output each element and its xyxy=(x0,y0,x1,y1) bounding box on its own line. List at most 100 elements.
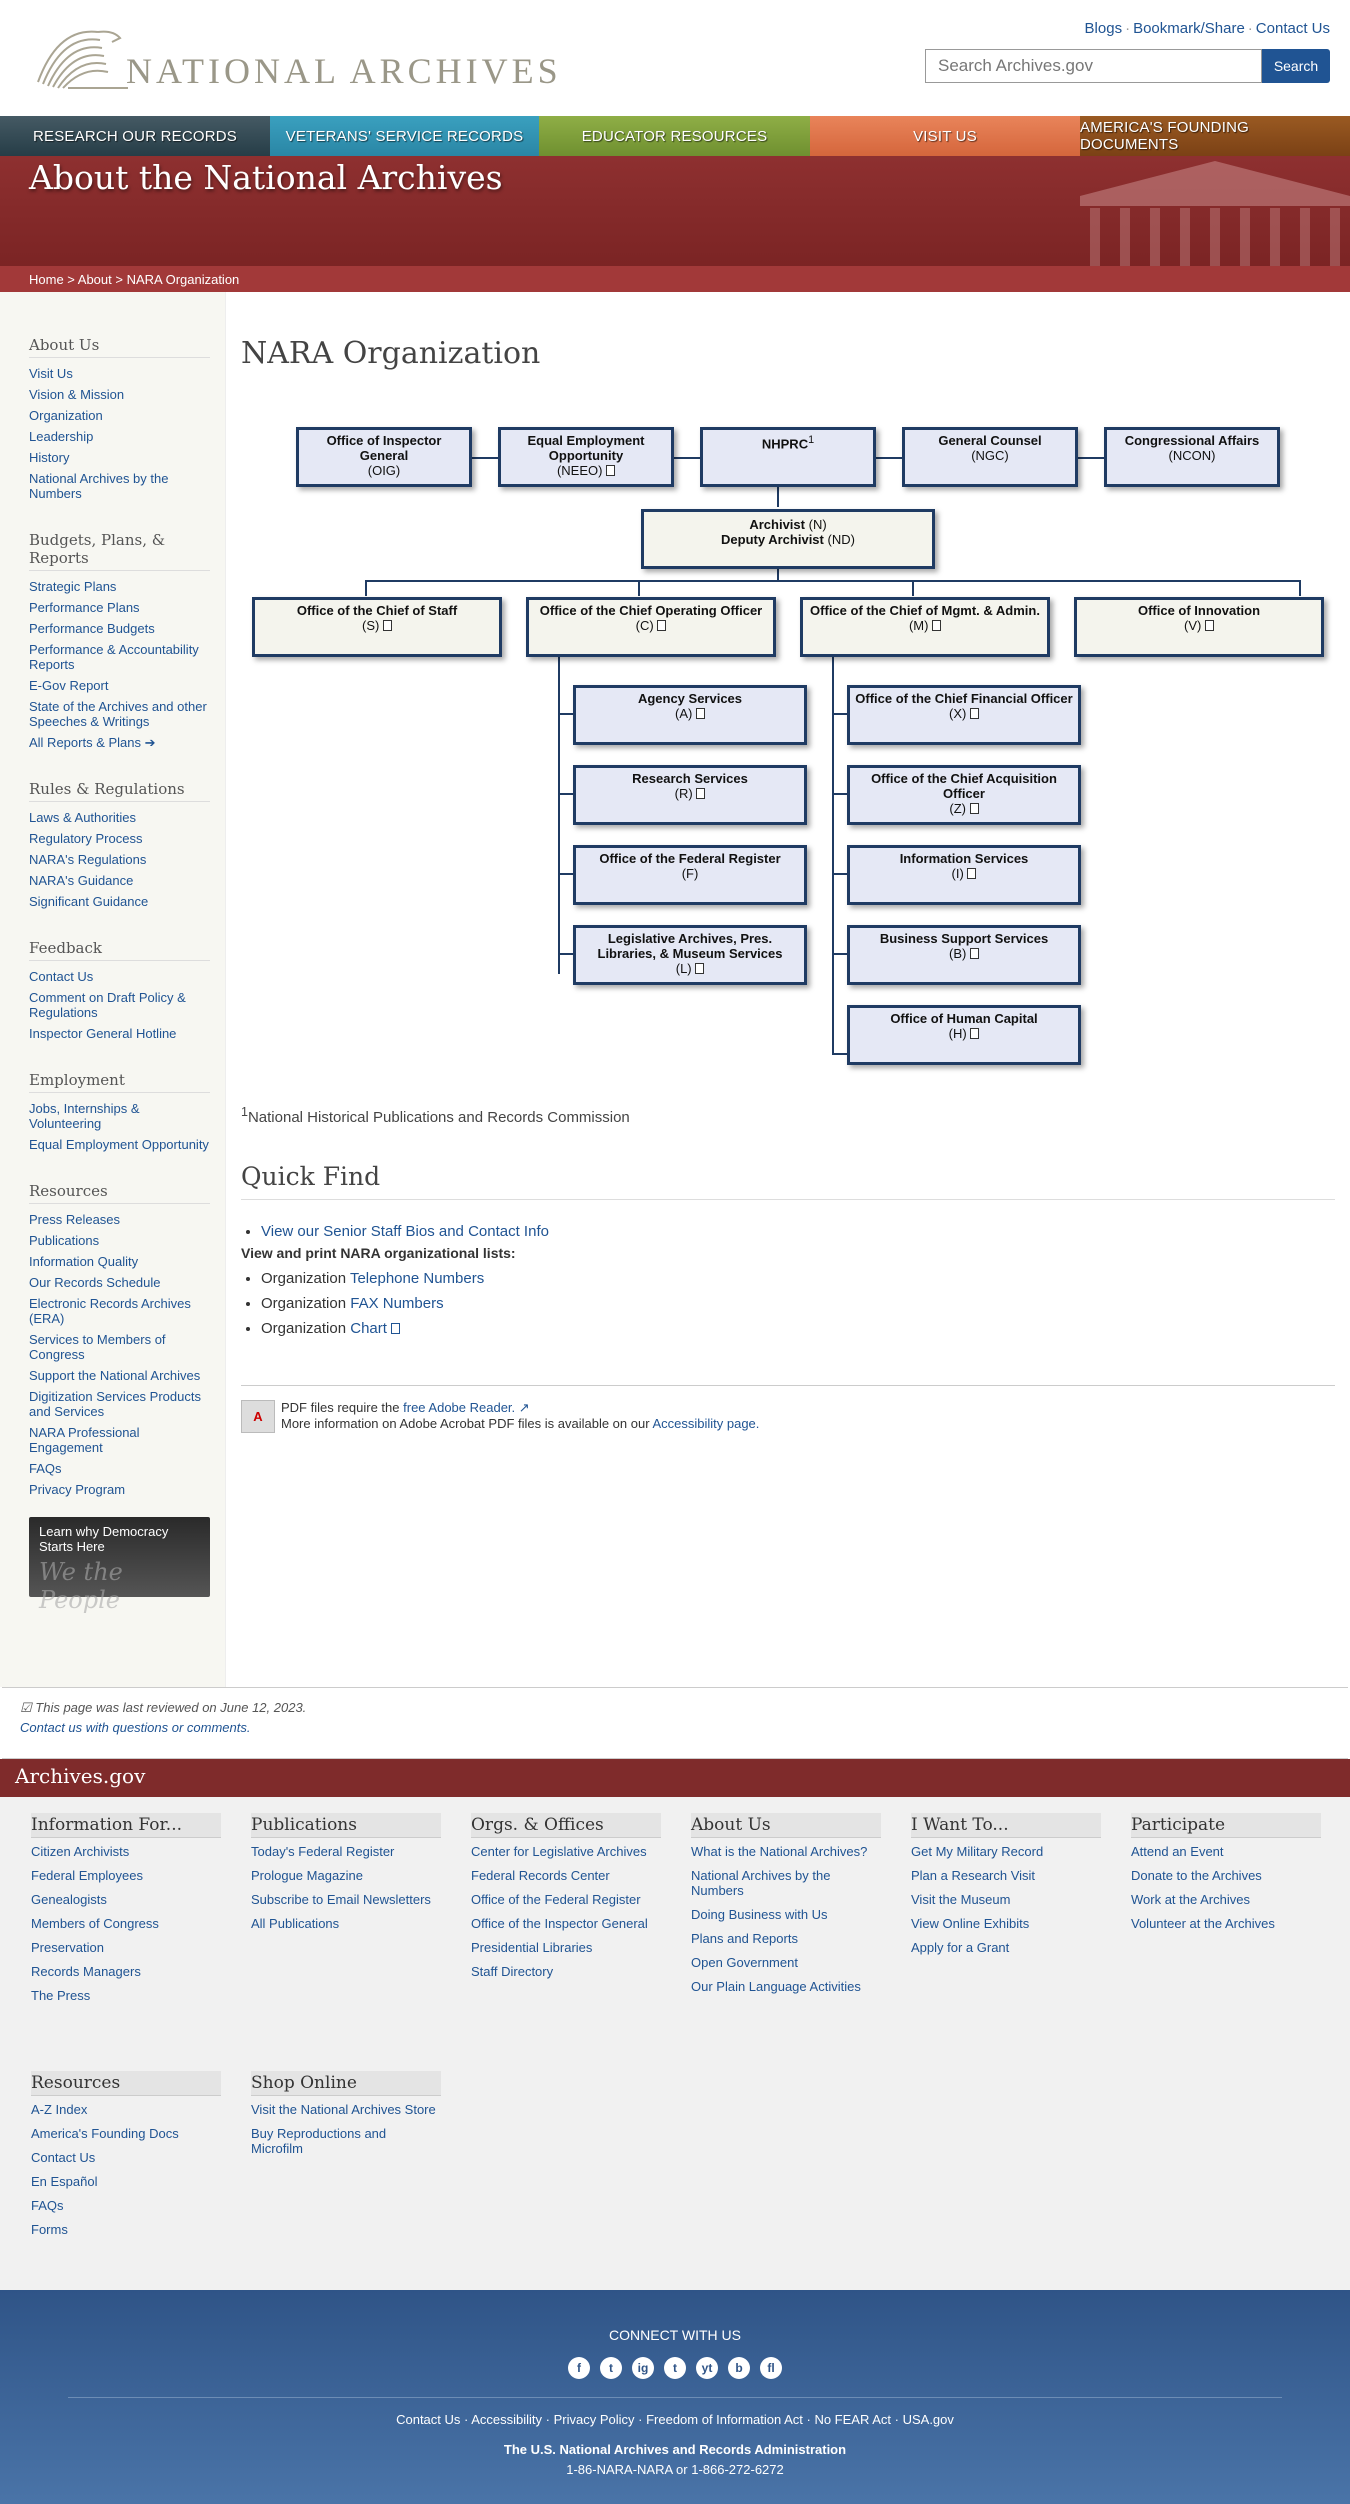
nav-visit-us[interactable]: VISIT US xyxy=(810,116,1080,156)
footer-accessibility-link[interactable]: Accessibility xyxy=(471,2412,542,2427)
footer-foia-link[interactable]: Freedom of Information Act xyxy=(646,2412,803,2427)
org-box-nhprc[interactable]: NHPRC1 xyxy=(700,427,876,487)
tumblr-icon[interactable]: t xyxy=(664,2357,686,2379)
org-box-archivist[interactable]: Archivist (N) Deputy Archivist (ND) xyxy=(641,509,935,569)
footer-link[interactable]: Staff Directory xyxy=(471,1964,661,1979)
sidebar-item[interactable]: Digitization Services Products and Servi… xyxy=(29,1389,210,1419)
sidebar-item[interactable]: Performance Budgets xyxy=(29,621,210,636)
footer-link[interactable]: Office of the Inspector General xyxy=(471,1916,661,1931)
sidebar-item[interactable]: Our Records Schedule xyxy=(29,1275,210,1290)
footer-link[interactable]: Get My Military Record xyxy=(911,1844,1101,1859)
footer-link[interactable]: Donate to the Archives xyxy=(1131,1868,1321,1883)
blog-icon[interactable]: b xyxy=(728,2357,750,2379)
footer-link[interactable]: Office of the Federal Register xyxy=(471,1892,661,1907)
senior-staff-bios-link[interactable]: View our Senior Staff Bios and Contact I… xyxy=(261,1223,549,1240)
sidebar-item-all-reports[interactable]: All Reports & Plans ➔ xyxy=(29,735,210,750)
nav-educator-resources[interactable]: EDUCATOR RESOURCES xyxy=(539,116,810,156)
blogs-link[interactable]: Blogs xyxy=(1085,20,1123,37)
sidebar-item[interactable]: NARA's Regulations xyxy=(29,852,210,867)
footer-link[interactable]: Presidential Libraries xyxy=(471,1940,661,1955)
instagram-icon[interactable]: ig xyxy=(632,2357,654,2379)
sidebar-item[interactable]: Laws & Authorities xyxy=(29,810,210,825)
org-box-business-support[interactable]: Business Support Services (B) xyxy=(847,925,1081,985)
sidebar-item[interactable]: Information Quality xyxy=(29,1254,210,1269)
nav-founding-documents[interactable]: AMERICA'S FOUNDING DOCUMENTS xyxy=(1080,116,1350,156)
footer-link[interactable]: Attend an Event xyxy=(1131,1844,1321,1859)
breadcrumb[interactable]: Home > About > NARA Organization xyxy=(0,266,1350,292)
sidebar-item[interactable]: National Archives by the Numbers xyxy=(29,471,210,501)
org-box-agency-services[interactable]: Agency Services (A) xyxy=(573,685,807,745)
sidebar-item[interactable]: NARA's Guidance xyxy=(29,873,210,888)
sidebar-item[interactable]: Visit Us xyxy=(29,366,210,381)
footer-link[interactable]: Citizen Archivists xyxy=(31,1844,221,1859)
sidebar-item[interactable]: Jobs, Internships & Volunteering xyxy=(29,1101,210,1131)
footer-brand[interactable]: Archives.gov xyxy=(0,1759,1350,1797)
sidebar-item[interactable]: Organization xyxy=(29,408,210,423)
footer-link[interactable]: What is the National Archives? xyxy=(691,1844,881,1859)
sidebar-item[interactable]: Contact Us xyxy=(29,969,210,984)
nav-research-our-records[interactable]: RESEARCH OUR RECORDS xyxy=(0,116,270,156)
contact-us-comments-link[interactable]: Contact us with questions or comments. xyxy=(20,1720,251,1735)
org-box-research-services[interactable]: Research Services (R) xyxy=(573,765,807,825)
sidebar-item[interactable]: Inspector General Hotline xyxy=(29,1026,210,1041)
footer-privacy-link[interactable]: Privacy Policy xyxy=(554,2412,635,2427)
org-box-chief-of-mgmt[interactable]: Office of the Chief of Mgmt. & Admin. (M) xyxy=(800,597,1050,657)
accessibility-page-link[interactable]: Accessibility page. xyxy=(652,1416,759,1431)
footer-link[interactable]: A-Z Index xyxy=(31,2102,221,2117)
org-box-legislative-archives[interactable]: Legislative Archives, Pres. Libraries, &… xyxy=(573,925,807,985)
sidebar-item[interactable]: Significant Guidance xyxy=(29,894,210,909)
org-box-information-services[interactable]: Information Services (I) xyxy=(847,845,1081,905)
footer-link[interactable]: America's Founding Docs xyxy=(31,2126,221,2141)
org-box-equal-employment[interactable]: Equal Employment Opportunity (NEEO) xyxy=(498,427,674,487)
fax-numbers-link[interactable]: FAX Numbers xyxy=(350,1295,443,1312)
org-box-chief-operating-officer[interactable]: Office of the Chief Operating Officer (C) xyxy=(526,597,776,657)
footer-link[interactable]: Prologue Magazine xyxy=(251,1868,441,1883)
org-box-congressional-affairs[interactable]: Congressional Affairs (NCON) xyxy=(1104,427,1280,487)
footer-link[interactable]: The Press xyxy=(31,1988,221,2003)
footer-link[interactable]: Buy Reproductions and Microfilm xyxy=(251,2126,441,2156)
footer-link[interactable]: Subscribe to Email Newsletters xyxy=(251,1892,441,1907)
sidebar-item[interactable]: Performance & Accountability Reports xyxy=(29,642,210,672)
sidebar-item[interactable]: History xyxy=(29,450,210,465)
facebook-icon[interactable]: f xyxy=(568,2357,590,2379)
sidebar-item[interactable]: Press Releases xyxy=(29,1212,210,1227)
footer-link[interactable]: Contact Us xyxy=(31,2150,221,2165)
footer-link[interactable]: Members of Congress xyxy=(31,1916,221,1931)
sidebar-item[interactable]: Comment on Draft Policy & Regulations xyxy=(29,990,210,1020)
telephone-numbers-link[interactable]: Telephone Numbers xyxy=(350,1270,484,1287)
sidebar-item[interactable]: Performance Plans xyxy=(29,600,210,615)
org-box-general-counsel[interactable]: General Counsel (NGC) xyxy=(902,427,1078,487)
org-box-human-capital[interactable]: Office of Human Capital (H) xyxy=(847,1005,1081,1065)
search-button[interactable]: Search xyxy=(1262,49,1330,83)
democracy-promo-banner[interactable]: Learn why Democracy Starts Here We the P… xyxy=(29,1517,210,1614)
bookmark-share-link[interactable]: Bookmark/Share xyxy=(1133,20,1245,37)
sidebar-item[interactable]: Strategic Plans xyxy=(29,579,210,594)
adobe-reader-link[interactable]: free Adobe Reader. xyxy=(403,1400,515,1415)
chart-link[interactable]: Chart xyxy=(350,1320,387,1337)
footer-contact-us-link[interactable]: Contact Us xyxy=(396,2412,460,2427)
footer-link[interactable]: View Online Exhibits xyxy=(911,1916,1101,1931)
footer-link[interactable]: Our Plain Language Activities xyxy=(691,1979,881,1994)
sidebar-item[interactable]: Regulatory Process xyxy=(29,831,210,846)
org-box-chief-of-staff[interactable]: Office of the Chief of Staff (S) xyxy=(252,597,502,657)
org-box-federal-register[interactable]: Office of the Federal Register (F) xyxy=(573,845,807,905)
sidebar-item[interactable]: Vision & Mission xyxy=(29,387,210,402)
footer-link[interactable]: Federal Records Center xyxy=(471,1868,661,1883)
footer-link[interactable]: Visit the Museum xyxy=(911,1892,1101,1907)
footer-link[interactable]: Federal Employees xyxy=(31,1868,221,1883)
contact-us-link[interactable]: Contact Us xyxy=(1256,20,1330,37)
footer-link[interactable]: All Publications xyxy=(251,1916,441,1931)
footer-link[interactable]: Doing Business with Us xyxy=(691,1907,881,1922)
footer-link[interactable]: Visit the National Archives Store xyxy=(251,2102,441,2117)
sidebar-item[interactable]: FAQs xyxy=(29,1461,210,1476)
sidebar-item[interactable]: Electronic Records Archives (ERA) xyxy=(29,1296,210,1326)
sidebar-item[interactable]: Support the National Archives xyxy=(29,1368,210,1383)
footer-link[interactable]: Plans and Reports xyxy=(691,1931,881,1946)
org-box-inspector-general[interactable]: Office of Inspector General (OIG) xyxy=(296,427,472,487)
org-box-innovation[interactable]: Office of Innovation (V) xyxy=(1074,597,1324,657)
sidebar-item[interactable]: State of the Archives and other Speeches… xyxy=(29,699,210,729)
org-box-chief-acquisition-officer[interactable]: Office of the Chief Acquisition Officer(… xyxy=(847,765,1081,825)
search-input[interactable]: Search Archives.gov xyxy=(925,49,1262,83)
youtube-icon[interactable]: yt xyxy=(696,2357,718,2379)
footer-link[interactable]: Today's Federal Register xyxy=(251,1844,441,1859)
